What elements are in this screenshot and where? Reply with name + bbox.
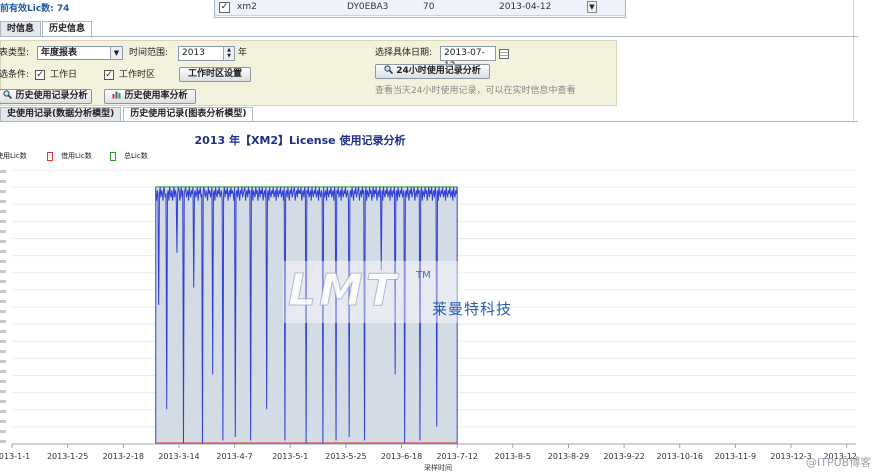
tab-divider xyxy=(0,36,858,37)
worktime-settings-button[interactable]: 工作时区设置 xyxy=(179,67,251,82)
watermark-company: 莱曼特科技 xyxy=(432,300,513,318)
tab-realtime-info[interactable]: 时信息 xyxy=(0,21,42,37)
cell-host: DY0EBA3 xyxy=(347,2,389,12)
outer-tabs: 时信息 历史信息 xyxy=(0,21,93,38)
history-analysis-label: 历史使用记录分析 xyxy=(15,91,88,101)
row-checkbox[interactable]: ✓ xyxy=(219,2,230,13)
worktime-label: 工作时区 xyxy=(119,70,156,80)
stepper-arrows-icon[interactable]: ▲ ▼ xyxy=(223,47,234,60)
analyze-24h-hint: 查看当天24小时使用记录，可以在实时信息中查看 xyxy=(375,86,576,96)
workday-label: 工作日 xyxy=(50,70,78,80)
site-watermark: @ITPUB博客 xyxy=(806,456,872,469)
time-range-label: 时间范围: xyxy=(129,48,169,58)
chevron-down-icon[interactable]: ▼ xyxy=(110,47,122,59)
calendar-icon[interactable] xyxy=(499,49,509,59)
condition-label: 选条件: xyxy=(0,70,30,80)
tab-chart-model[interactable]: 历史使用记录(图表分析模型) xyxy=(123,107,254,122)
legend-item-usage: 使用Lic数 xyxy=(0,152,27,160)
date-input[interactable]: 2013-07-12 xyxy=(440,46,496,71)
bar-chart-icon xyxy=(112,90,121,99)
history-analysis-button[interactable]: 历史使用记录分析 xyxy=(0,89,92,104)
year-unit-label: 年 xyxy=(238,48,248,58)
watermark-logo: LMT xyxy=(288,265,399,317)
filter-panel: 表类型: 年度报表 ▼ 时间范围: 2013 ▲ ▼ 年 选择具体日期: 2013… xyxy=(0,40,617,106)
chart-title: 2013 年【XM2】License 使用记录分析 xyxy=(194,134,406,147)
legend-swatch-total xyxy=(110,152,116,161)
valid-lic-count: 前有效Lic数: 74 xyxy=(0,4,70,14)
legend-item-borrow: 借用Lic数 xyxy=(61,152,92,160)
watermark-tm: TM xyxy=(416,270,431,281)
year-value: 2013 xyxy=(182,48,205,58)
cell-date: 2013-04-12 xyxy=(499,2,552,12)
inner-tabs: 史使用记录(数据分析模型) 历史使用记录(图表分析模型) xyxy=(0,107,255,122)
report-type-value: 年度报表 xyxy=(41,48,78,58)
magnifier-icon xyxy=(3,90,13,100)
analyze-24h-label: 24小时使用记录分析 xyxy=(396,66,481,76)
legend-item-total: 总Lic数 xyxy=(124,152,148,160)
workday-checkbox[interactable]: ✓ xyxy=(35,70,45,80)
chevron-down-icon[interactable]: ▼ xyxy=(587,1,597,13)
magnifier-icon xyxy=(384,65,394,75)
legend-swatch-borrow xyxy=(47,152,53,161)
analyze-24h-button[interactable]: 24小时使用记录分析 xyxy=(375,64,490,79)
license-mini-table: ✓ xm2 DY0EBA3 70 2013-04-12 ▼ xyxy=(214,0,626,18)
worktime-checkbox[interactable]: ✓ xyxy=(104,70,114,80)
usage-rate-label: 历史使用率分析 xyxy=(124,91,188,101)
usage-rate-button[interactable]: 历史使用率分析 xyxy=(104,89,196,104)
tab-data-model[interactable]: 史使用记录(数据分析模型) xyxy=(0,107,122,122)
specific-date-label: 选择具体日期: xyxy=(375,48,433,58)
year-stepper[interactable]: 2013 ▲ ▼ xyxy=(178,46,235,61)
cell-count: 70 xyxy=(423,2,435,12)
report-type-label: 表类型: xyxy=(0,48,30,58)
report-type-select[interactable]: 年度报表 ▼ xyxy=(37,46,123,60)
table-row[interactable]: ✓ xm2 DY0EBA3 70 2013-04-12 ▼ xyxy=(215,0,625,16)
cell-name: xm2 xyxy=(237,2,257,12)
